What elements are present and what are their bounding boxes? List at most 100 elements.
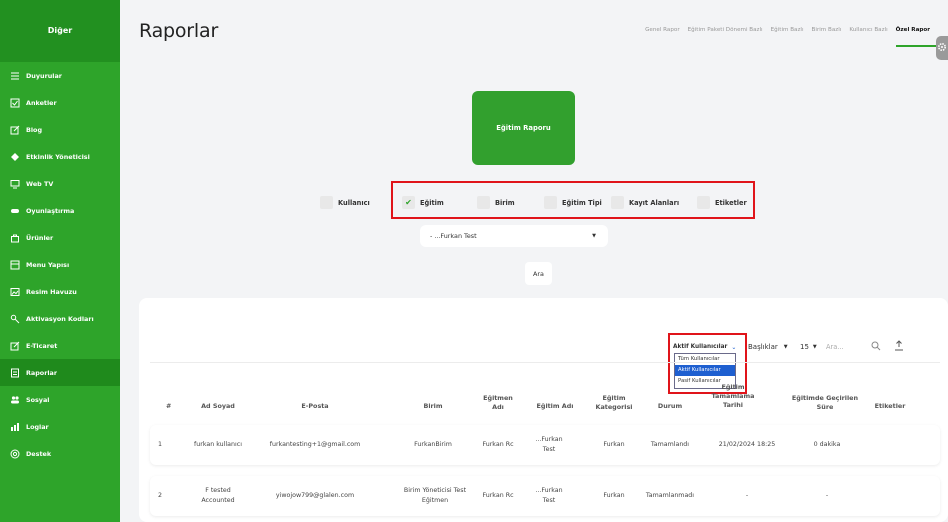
search-icon[interactable]: [871, 341, 881, 351]
col-header-instructor[interactable]: Eğitmen Adı: [482, 394, 514, 412]
sidebar-item-label: Destek: [26, 449, 52, 458]
col-header-email[interactable]: E-Posta: [260, 402, 370, 411]
cell-status: Tamamlandı: [650, 441, 690, 448]
cell-category: Furkan: [603, 492, 625, 499]
edit-icon: [10, 125, 20, 134]
cell-no: 2: [158, 492, 163, 499]
cell-duration: 0 dakika: [813, 441, 841, 448]
table-top-divider: [150, 362, 940, 363]
sidebar-item-label: Aktivasyon Kodları: [26, 314, 94, 323]
cell-duration: -: [825, 492, 829, 499]
table-row[interactable]: 1 furkan kullanıcı furkantesting+1@gmail…: [150, 425, 940, 465]
tab-birim-bazli[interactable]: Birim Bazlı: [812, 27, 842, 33]
cell-name: furkan kullanıcı: [194, 441, 242, 448]
cell-status: Tamamlanmadı: [645, 492, 695, 499]
sidebar-item-sosyal[interactable]: Sosyal: [0, 386, 120, 413]
sidebar-item-raporlar[interactable]: Raporlar: [0, 359, 120, 386]
help-icon: [10, 449, 20, 458]
sidebar-item-label: Raporlar: [26, 368, 58, 377]
sidebar-item-label: Etkinlik Yöneticisi: [26, 152, 90, 161]
col-header-name[interactable]: Ad Soyad: [190, 402, 246, 411]
filter-label: Kullanıcı: [338, 198, 370, 207]
sidebar-item-label: Sosyal: [26, 395, 50, 404]
sidebar-item-label: Resim Havuzu: [26, 287, 77, 296]
table-search-placeholder: Ara...: [826, 343, 844, 351]
page-size-select[interactable]: 15 ▼: [800, 339, 817, 355]
checkbox[interactable]: [320, 196, 333, 209]
image-icon: [10, 287, 20, 296]
cell-instructor: Furkan Rc: [482, 492, 514, 499]
filter-kullanici[interactable]: Kullanıcı: [320, 196, 370, 209]
caret-down-icon: ▼: [592, 233, 596, 239]
sidebar-item-duyurular[interactable]: Duyurular: [0, 62, 120, 89]
sidebar-item-blog[interactable]: Blog: [0, 116, 120, 143]
columns-select[interactable]: Başlıklar ▼: [748, 339, 788, 355]
sidebar-item-label: Ürünler: [26, 233, 54, 242]
cell-name: F tested Accounted: [201, 487, 235, 504]
col-header-no[interactable]: #: [166, 402, 171, 411]
tab-ozel-rapor[interactable]: Özel Rapor: [896, 27, 930, 33]
table-row[interactable]: 2 F tested Accounted yiwojow799@glalen.c…: [150, 476, 940, 516]
sidebar-item-label: Loglar: [26, 422, 49, 431]
training-report-label: Eğitim Raporu: [496, 124, 551, 132]
cell-no: 1: [158, 441, 163, 448]
sidebar-item-oyunla-t-rma[interactable]: Oyunlaştırma: [0, 197, 120, 224]
report-icon: [11, 368, 19, 377]
checkbox-icon: [10, 98, 20, 107]
export-icon[interactable]: [894, 340, 904, 351]
col-header-completion-date[interactable]: Eğitim Tamamlama Tarihi: [706, 383, 760, 410]
key-icon: [10, 314, 20, 323]
sidebar-item-resim-havuzu[interactable]: Resim Havuzu: [0, 278, 120, 305]
sidebar-item-web-tv[interactable]: Web TV: [0, 170, 120, 197]
sidebar-item-e-ticaret[interactable]: E-Ticaret: [0, 332, 120, 359]
search-button[interactable]: Ara: [525, 262, 552, 285]
col-header-status[interactable]: Durum: [645, 402, 695, 411]
tab-genel-rapor[interactable]: Genel Rapor: [645, 27, 680, 33]
sidebar-item-menu-yap-s[interactable]: Menu Yapısı: [0, 251, 120, 278]
menu-icon: [10, 260, 20, 269]
col-header-unit[interactable]: Birim: [388, 402, 478, 411]
users-icon: [11, 395, 19, 403]
col-header-tags[interactable]: Etiketler: [865, 402, 915, 411]
sidebar-item-aktivasyon-kodlar[interactable]: Aktivasyon Kodları: [0, 305, 120, 332]
training-report-card[interactable]: Eğitim Raporu: [472, 91, 575, 165]
cell-training: ...Furkan Test: [535, 436, 563, 453]
sidebar-item-label: Web TV: [26, 179, 54, 188]
sidebar: Diğer Duyurular Anketler Blog Etkinlik Yöne…: [0, 0, 120, 522]
list-icon: [11, 72, 19, 79]
tab-egitim-paketi[interactable]: Eğitim Paketi Dönemi Bazlı: [688, 27, 763, 33]
cell-category: Furkan: [603, 441, 625, 448]
sidebar-item-label: Duyurular: [26, 71, 62, 80]
sidebar-item-anketler[interactable]: Anketler: [0, 89, 120, 116]
edit-icon: [10, 341, 20, 350]
caret-down-icon: ▼: [812, 344, 817, 350]
gear-icon: [937, 42, 947, 52]
tab-egitim-bazli[interactable]: Eğitim Bazlı: [771, 27, 804, 33]
settings-button[interactable]: [936, 36, 948, 60]
report-tabs: Genel Rapor Eğitim Paketi Dönemi Bazlı E…: [645, 27, 930, 33]
sidebar-item-r-nler[interactable]: Ürünler: [0, 224, 120, 251]
cell-unit: FurkanBirim: [414, 441, 452, 448]
sidebar-item-destek[interactable]: Destek: [0, 440, 120, 467]
sidebar-item-label: Oyunlaştırma: [26, 206, 75, 215]
col-header-training[interactable]: Eğitim Adı: [532, 402, 578, 411]
monitor-icon: [10, 179, 20, 188]
cell-unit: Birim Yöneticisi Test Eğitmen: [403, 487, 467, 504]
cell-email: yiwojow799@glalen.com: [275, 492, 355, 499]
main-content: Raporlar Genel Rapor Eğitim Paketi Dönem…: [120, 0, 948, 522]
bar-chart-icon: [11, 422, 19, 431]
sidebar-item-label: Anketler: [26, 98, 57, 107]
col-header-category[interactable]: Eğitim Kategorisi: [590, 394, 638, 412]
sidebar-item-label: Menu Yapısı: [26, 260, 70, 269]
bag-icon: [11, 234, 19, 242]
col-header-duration[interactable]: Eğitimde Geçirilen Süre: [788, 394, 862, 412]
sidebar-item-loglar[interactable]: Loglar: [0, 413, 120, 440]
training-select[interactable]: - ...Furkan Test ▼: [420, 225, 608, 247]
gamepad-icon: [11, 208, 19, 213]
sidebar-item-label: E-Ticaret: [26, 341, 58, 350]
cell-completion-date: -: [745, 492, 749, 499]
tab-kullanici-bazli[interactable]: Kullanıcı Bazlı: [849, 27, 887, 33]
diamond-icon: [11, 152, 19, 161]
caret-down-icon: ▼: [783, 344, 788, 350]
sidebar-item-etkinlik-y-neticisi[interactable]: Etkinlik Yöneticisi: [0, 143, 120, 170]
